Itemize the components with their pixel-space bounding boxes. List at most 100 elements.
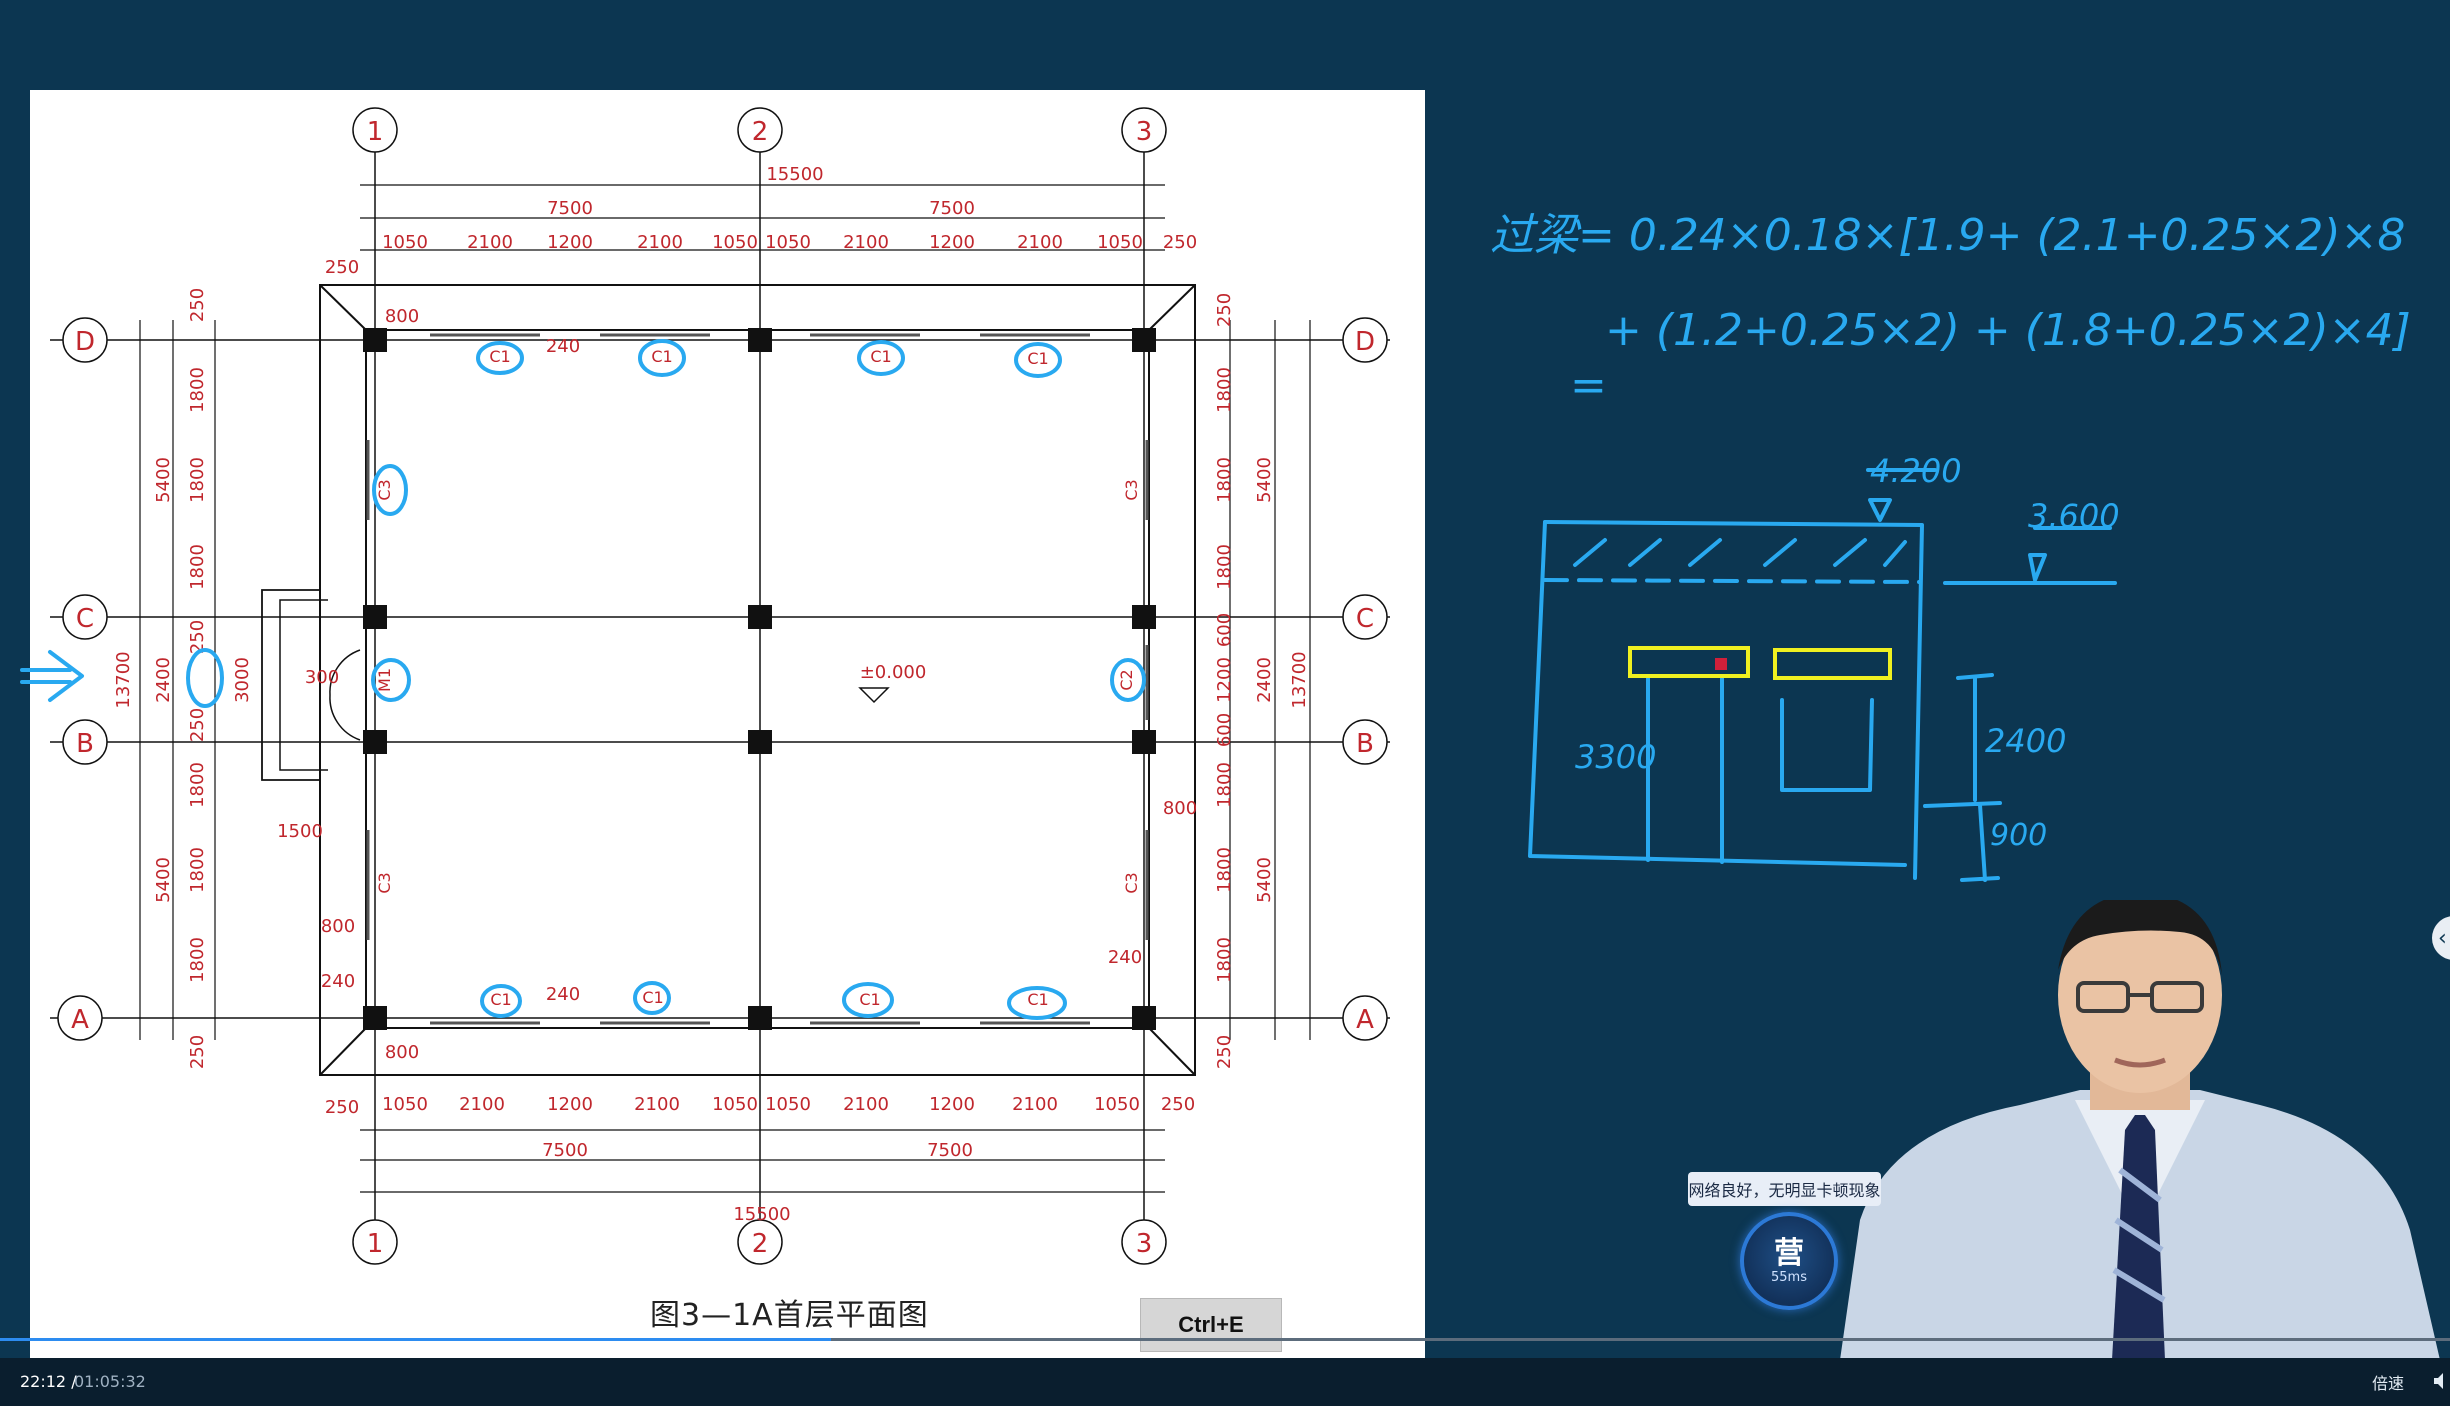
window-tag-c1: C1 bbox=[490, 990, 511, 1009]
dim-overall-width-bottom: 15500 bbox=[733, 1204, 790, 1225]
dim-left-seg: 1800 bbox=[187, 367, 208, 413]
window-tag-c1: C1 bbox=[1027, 990, 1048, 1009]
dim-right-seg: 600 bbox=[1214, 713, 1235, 747]
ctrl-e-button[interactable]: Ctrl+E bbox=[1140, 1298, 1282, 1352]
window-tag-c1: C1 bbox=[642, 988, 663, 1007]
video-stage: 1 2 3 1 2 3 D C B A D C B A 15500 7500 7… bbox=[0, 0, 2450, 1406]
dim-left-seg: 1800 bbox=[187, 847, 208, 893]
sketch-level-top: 4.200 bbox=[1870, 452, 1962, 490]
progress-bar[interactable] bbox=[0, 1338, 2450, 1341]
sketch-elevation-outline bbox=[1543, 520, 1924, 880]
axis-label: A bbox=[71, 1005, 89, 1035]
window-tag-c1: C1 bbox=[489, 347, 510, 366]
dim-300: 300 bbox=[305, 667, 339, 688]
playback-speed-button[interactable]: 倍速 bbox=[2372, 1370, 2404, 1394]
current-time: 22:12 / bbox=[20, 1372, 77, 1391]
network-signal-button[interactable]: 营 55ms bbox=[1740, 1212, 1838, 1310]
dim-right-seg: 1800 bbox=[1214, 544, 1235, 590]
elevation-triangle bbox=[858, 687, 890, 704]
window-tag-c3: C3 bbox=[375, 872, 394, 893]
dim-left-seg: 250 bbox=[187, 288, 208, 322]
dim-800-left: 800 bbox=[321, 916, 355, 937]
dim-bay-top: 7500 bbox=[547, 198, 593, 219]
dim-800-top: 800 bbox=[385, 306, 419, 327]
door-tag-m1: M1 bbox=[375, 668, 394, 692]
dim-segment: 2100 bbox=[843, 232, 889, 253]
chevron-left-icon: ‹ bbox=[2438, 925, 2447, 951]
axis-label: 1 bbox=[367, 1229, 384, 1259]
lintel-highlight bbox=[1628, 646, 1750, 678]
dim-1500: 1500 bbox=[277, 821, 323, 842]
dim-left-seg: 1800 bbox=[187, 762, 208, 808]
window-tag-c1: C1 bbox=[859, 990, 880, 1009]
dim-right-seg: 250 bbox=[1214, 293, 1235, 327]
total-duration: 01:05:32 bbox=[74, 1372, 146, 1391]
dim-segment: 1050 bbox=[1097, 232, 1143, 253]
dim-segment: 1200 bbox=[929, 232, 975, 253]
axis-label: A bbox=[1356, 1005, 1374, 1035]
dim-240-left: 240 bbox=[321, 971, 355, 992]
dim-bay-bottom: 7500 bbox=[927, 1140, 973, 1161]
dim-right-group: 5400 bbox=[1254, 457, 1275, 503]
progress-fill bbox=[0, 1338, 831, 1341]
dim-left-group: 5400 bbox=[153, 857, 174, 903]
window-tag-c1: C1 bbox=[870, 347, 891, 366]
window-tag-c3: C3 bbox=[375, 479, 394, 500]
dim-segment: 250 bbox=[325, 257, 359, 278]
dim-800-bottom: 800 bbox=[385, 1042, 419, 1063]
signal-latency: 55ms bbox=[1771, 1269, 1807, 1285]
axis-label: B bbox=[1356, 729, 1374, 759]
axis-label: B bbox=[76, 729, 94, 759]
dim-segment: 2100 bbox=[637, 232, 683, 253]
signal-glyph: 营 bbox=[1774, 1235, 1804, 1271]
dim-right-seg: 600 bbox=[1214, 613, 1235, 647]
dim-right-seg: 1800 bbox=[1214, 457, 1235, 503]
dim-left-seg: 1800 bbox=[187, 544, 208, 590]
formula-line-1: 过梁= 0.24×0.18×[1.9+ (2.1+0.25×2)×8 bbox=[1490, 210, 2405, 261]
axis-label: 2 bbox=[752, 117, 769, 147]
dim-800-right: 800 bbox=[1163, 798, 1197, 819]
dim-240-bottom: 240 bbox=[546, 984, 580, 1005]
dim-left-overall: 13700 bbox=[113, 651, 134, 708]
network-status-toast: 网络良好，无明显卡顿现象 bbox=[1688, 1172, 1881, 1206]
window-tag-c1: C1 bbox=[1027, 349, 1048, 368]
lintel-highlight bbox=[1773, 648, 1892, 680]
floor-plan-panel: 1 2 3 1 2 3 D C B A D C B A 15500 7500 7… bbox=[30, 90, 1425, 1358]
window-tag-c2: C2 bbox=[1117, 669, 1136, 690]
player-control-bar: 22:12 / 01:05:32 倍速 bbox=[0, 1358, 2450, 1406]
dim-segment: 2100 bbox=[843, 1094, 889, 1115]
dim-segment: 2100 bbox=[459, 1094, 505, 1115]
sketch-dim-left: 3300 bbox=[1575, 738, 1656, 776]
axis-label: 2 bbox=[752, 1229, 769, 1259]
outer-wall bbox=[319, 284, 1196, 1076]
window-tag-c3: C3 bbox=[1122, 872, 1141, 893]
dim-segment: 250 bbox=[325, 1097, 359, 1118]
inner-wall bbox=[365, 329, 1150, 1029]
dim-240-top: 240 bbox=[546, 336, 580, 357]
formula-line-3: = bbox=[1570, 360, 1607, 411]
floor-plan-drawing: 1 2 3 1 2 3 D C B A D C B A 15500 7500 7… bbox=[50, 107, 1390, 1265]
dim-left-seg: 1800 bbox=[187, 937, 208, 983]
dim-bay-bottom: 7500 bbox=[542, 1140, 588, 1161]
axis-label: C bbox=[76, 604, 94, 634]
dim-left-seg: 250 bbox=[187, 708, 208, 742]
dim-right-group: 5400 bbox=[1254, 857, 1275, 903]
dim-240-right: 240 bbox=[1108, 947, 1142, 968]
volume-icon[interactable] bbox=[2432, 1370, 2450, 1392]
dim-bay-top: 7500 bbox=[929, 198, 975, 219]
dim-overall-width-top: 15500 bbox=[766, 164, 823, 185]
cursor-marker bbox=[1715, 658, 1727, 670]
dim-segment: 2100 bbox=[634, 1094, 680, 1115]
dim-segment: 250 bbox=[1161, 1094, 1195, 1115]
dim-segment: 1200 bbox=[547, 1094, 593, 1115]
axis-label: 3 bbox=[1136, 117, 1153, 147]
dim-right-seg: 1800 bbox=[1214, 937, 1235, 983]
dim-right-overall: 13700 bbox=[1289, 651, 1310, 708]
dim-segment: 1050 bbox=[712, 1094, 758, 1115]
axis-label: 1 bbox=[367, 117, 384, 147]
elevation-mark: ±0.000 bbox=[860, 662, 927, 683]
dim-left-seg: 250 bbox=[187, 620, 208, 654]
dim-segment: 1050 bbox=[382, 232, 428, 253]
dim-segment: 1050 bbox=[1094, 1094, 1140, 1115]
axis-label: 3 bbox=[1136, 1229, 1153, 1259]
